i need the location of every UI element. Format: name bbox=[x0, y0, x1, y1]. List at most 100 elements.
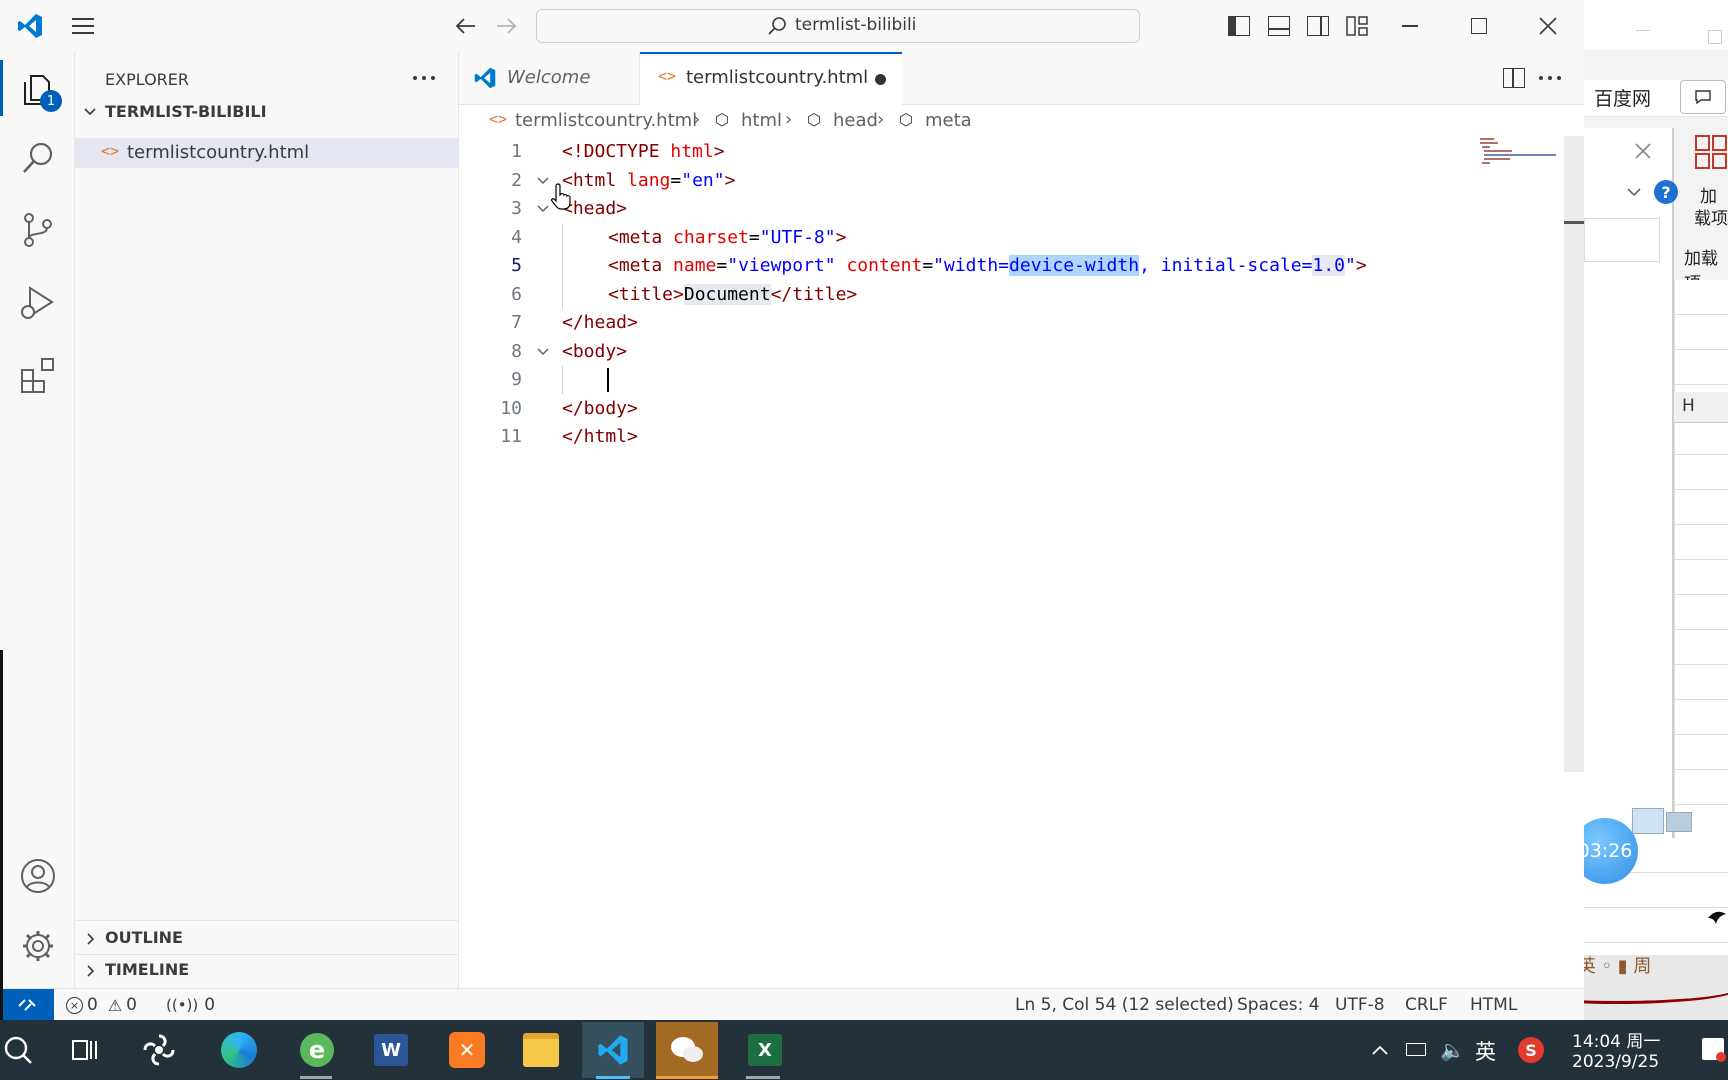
timeline-label: TIMELINE bbox=[105, 960, 190, 979]
extensions-icon[interactable] bbox=[20, 356, 58, 394]
breadcrumb-file[interactable]: termlistcountry.html bbox=[515, 110, 697, 131]
maximize-icon[interactable] bbox=[1708, 30, 1722, 44]
split-editor-icon[interactable] bbox=[1503, 68, 1525, 88]
ime-indicator[interactable]: 英 bbox=[1475, 1036, 1496, 1066]
tab-termlistcountry[interactable]: <> termlistcountry.html bbox=[640, 52, 902, 105]
vscode-logo-icon bbox=[474, 67, 496, 89]
folder-header[interactable]: TERMLIST-BILIBILI bbox=[75, 98, 458, 126]
encoding-status[interactable]: UTF-8 bbox=[1335, 995, 1385, 1015]
code-line[interactable]: <html lang="en"> bbox=[562, 167, 735, 195]
cursor-position[interactable]: Ln 5, Col 54 (12 selected) bbox=[1015, 995, 1234, 1015]
close-icon[interactable] bbox=[1628, 136, 1658, 166]
forward-arrow-icon[interactable] bbox=[490, 12, 522, 40]
tab-label: Welcome bbox=[507, 67, 591, 88]
code-line[interactable]: </body> bbox=[562, 395, 638, 423]
bird-icon bbox=[1706, 906, 1728, 928]
taskbar-date[interactable]: 2023/9/25 bbox=[1572, 1052, 1659, 1072]
ports-status[interactable]: ((•)) 0 bbox=[166, 994, 215, 1016]
task-view-icon[interactable] bbox=[54, 1022, 116, 1078]
chevron-down-icon[interactable] bbox=[1624, 184, 1644, 198]
indentation-status[interactable]: Spaces: 4 bbox=[1237, 995, 1320, 1015]
source-control-icon[interactable] bbox=[20, 212, 56, 248]
ie-browser-icon[interactable]: e bbox=[286, 1022, 348, 1078]
warning-count: 0 bbox=[126, 995, 137, 1015]
more-actions-icon[interactable] bbox=[411, 68, 437, 88]
line-number: 1 bbox=[511, 141, 522, 162]
window-close-icon[interactable] bbox=[1538, 16, 1558, 36]
more-actions-icon[interactable] bbox=[1537, 68, 1563, 88]
problems-status[interactable]: × 0 ⚠ 0 bbox=[66, 994, 137, 1016]
breadcrumb: <> termlistcountry.html › ⬡ html › ⬡ hea… bbox=[459, 106, 1459, 136]
run-debug-icon[interactable] bbox=[18, 284, 58, 322]
code-line[interactable]: <!DOCTYPE html> bbox=[562, 138, 725, 166]
code-line[interactable]: <body> bbox=[562, 338, 627, 366]
file-explorer-icon[interactable] bbox=[510, 1022, 572, 1078]
tab-welcome[interactable]: Welcome bbox=[459, 52, 640, 104]
command-center-label: termlist-bilibili bbox=[795, 15, 917, 35]
vscode-taskbar-icon[interactable] bbox=[582, 1022, 644, 1078]
window-minimize-icon[interactable] bbox=[1402, 25, 1418, 27]
cube-icon: ⬡ bbox=[807, 110, 821, 129]
word-app-icon[interactable]: W bbox=[360, 1022, 422, 1078]
search-icon bbox=[767, 16, 787, 36]
chevron-right-icon: › bbox=[693, 109, 701, 130]
battery-icon[interactable] bbox=[1406, 1043, 1426, 1056]
accounts-icon[interactable] bbox=[20, 858, 56, 894]
language-mode[interactable]: HTML bbox=[1470, 995, 1517, 1015]
code-line[interactable]: <title>Document</title> bbox=[608, 281, 857, 309]
fold-chevron-icon[interactable] bbox=[536, 175, 550, 187]
breadcrumb-item[interactable]: html bbox=[741, 110, 782, 131]
breadcrumb-item[interactable]: head bbox=[833, 110, 878, 131]
remote-indicator[interactable] bbox=[0, 989, 54, 1020]
tab-label: termlistcountry.html bbox=[686, 67, 869, 88]
html-file-icon: <> bbox=[658, 67, 677, 85]
error-count: 0 bbox=[87, 995, 98, 1015]
fold-chevron-icon[interactable] bbox=[536, 346, 550, 358]
vertical-scrollbar[interactable] bbox=[1564, 136, 1584, 772]
search-icon[interactable] bbox=[20, 140, 56, 176]
unsaved-dot-icon[interactable] bbox=[875, 74, 886, 85]
code-line[interactable]: <meta name="viewport" content="width=dev… bbox=[608, 252, 1367, 280]
comment-icon[interactable] bbox=[1680, 80, 1726, 114]
fold-chevron-icon[interactable] bbox=[536, 203, 550, 215]
bg-label-addins: 载项 bbox=[1694, 209, 1728, 229]
vscode-window: termlist-bilibili 1 EXPLORER TERMLIST-BI… bbox=[0, 0, 1584, 1020]
code-line[interactable]: <meta charset="UTF-8"> bbox=[608, 224, 846, 252]
file-item[interactable]: <> termlistcountry.html bbox=[75, 138, 458, 168]
code-line[interactable]: </head> bbox=[562, 309, 638, 337]
code-line[interactable]: </html> bbox=[562, 423, 638, 451]
customize-layout-icon[interactable] bbox=[1346, 16, 1368, 36]
xampp-icon[interactable]: ✕ bbox=[436, 1022, 498, 1078]
sogou-ime-icon[interactable]: S bbox=[1518, 1037, 1544, 1063]
timeline-section[interactable]: TIMELINE bbox=[75, 956, 458, 986]
eol-status[interactable]: CRLF bbox=[1405, 995, 1448, 1015]
minimap[interactable] bbox=[1480, 136, 1560, 166]
minimize-icon[interactable] bbox=[1636, 30, 1650, 31]
notification-icon[interactable] bbox=[1702, 1038, 1726, 1062]
settings-gear-icon[interactable] bbox=[20, 928, 56, 964]
taskbar-search[interactable] bbox=[0, 1022, 36, 1078]
title-bar: termlist-bilibili bbox=[0, 0, 1584, 52]
tray-chevron-up-icon[interactable] bbox=[1370, 1040, 1390, 1060]
excel-icon[interactable]: X bbox=[734, 1022, 796, 1078]
fan-app-icon[interactable] bbox=[128, 1022, 190, 1078]
wechat-icon[interactable] bbox=[656, 1022, 718, 1078]
help-icon[interactable]: ? bbox=[1654, 180, 1678, 204]
outline-section[interactable]: OUTLINE bbox=[75, 924, 458, 954]
toggle-primary-sidebar-icon[interactable] bbox=[1228, 16, 1250, 36]
breadcrumb-item[interactable]: meta bbox=[925, 110, 972, 131]
back-arrow-icon[interactable] bbox=[450, 12, 482, 40]
chevron-right-icon: › bbox=[785, 109, 793, 130]
taskbar-time[interactable]: 14:04 周一 bbox=[1572, 1027, 1660, 1052]
volume-icon[interactable]: 🔈 bbox=[1440, 1038, 1465, 1062]
menu-icon[interactable] bbox=[68, 12, 98, 40]
chevron-down-icon bbox=[84, 108, 96, 116]
window-maximize-icon[interactable] bbox=[1471, 18, 1487, 34]
command-center-search[interactable]: termlist-bilibili bbox=[536, 9, 1140, 43]
explorer-title: EXPLORER bbox=[105, 70, 189, 89]
status-bar: × 0 ⚠ 0 ((•)) 0 Ln 5, Col 54 (12 selecte… bbox=[0, 988, 1584, 1020]
toggle-secondary-sidebar-icon[interactable] bbox=[1307, 16, 1329, 36]
addins-grid-icon[interactable] bbox=[1694, 134, 1728, 170]
toggle-panel-icon[interactable] bbox=[1268, 16, 1290, 36]
edge-browser-icon[interactable] bbox=[208, 1022, 270, 1078]
